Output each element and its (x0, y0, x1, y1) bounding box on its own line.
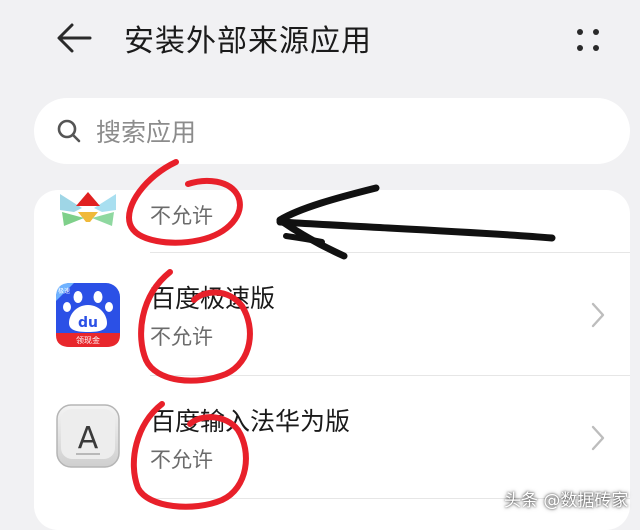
baidu-input-icon: A (56, 404, 120, 468)
search-input[interactable] (94, 112, 598, 152)
baidu-badge-top: 极速 (58, 287, 70, 295)
back-button[interactable] (52, 18, 96, 58)
input-icon-letter: A (78, 421, 99, 456)
permission-status: 不允许 (150, 204, 213, 228)
baidu-icon-text: du (78, 315, 98, 331)
chevron-right-icon (591, 425, 605, 451)
list-item[interactable]: A 百度输入法华为版 不允许 (34, 376, 630, 498)
search-icon (57, 119, 81, 143)
app-name: 百度输入法华为版 (150, 407, 351, 436)
chevron-right-icon (591, 302, 605, 328)
more-options-button[interactable] (568, 20, 608, 60)
arrow-left-icon (57, 23, 92, 53)
search-bar[interactable] (34, 98, 630, 164)
watermark: 头条 @数据砖家 (504, 491, 629, 511)
permission-status: 不允许 (150, 448, 213, 472)
baidu-badge-bottom: 领现金 (76, 335, 100, 345)
app-icon (60, 192, 116, 226)
permission-status: 不允许 (150, 325, 213, 349)
top-bar: 安装外部来源应用 (0, 0, 640, 80)
app-list: 不允许 du 极速 领现金 百度极速版 不允许 A 百度输入法华为版 不允许 (34, 190, 630, 530)
baidu-lite-icon: du 极速 领现金 (56, 283, 120, 347)
app-name: 百度极速版 (150, 284, 276, 313)
page-title: 安装外部来源应用 (124, 24, 372, 59)
list-item[interactable]: du 极速 领现金 百度极速版 不允许 (34, 253, 630, 375)
